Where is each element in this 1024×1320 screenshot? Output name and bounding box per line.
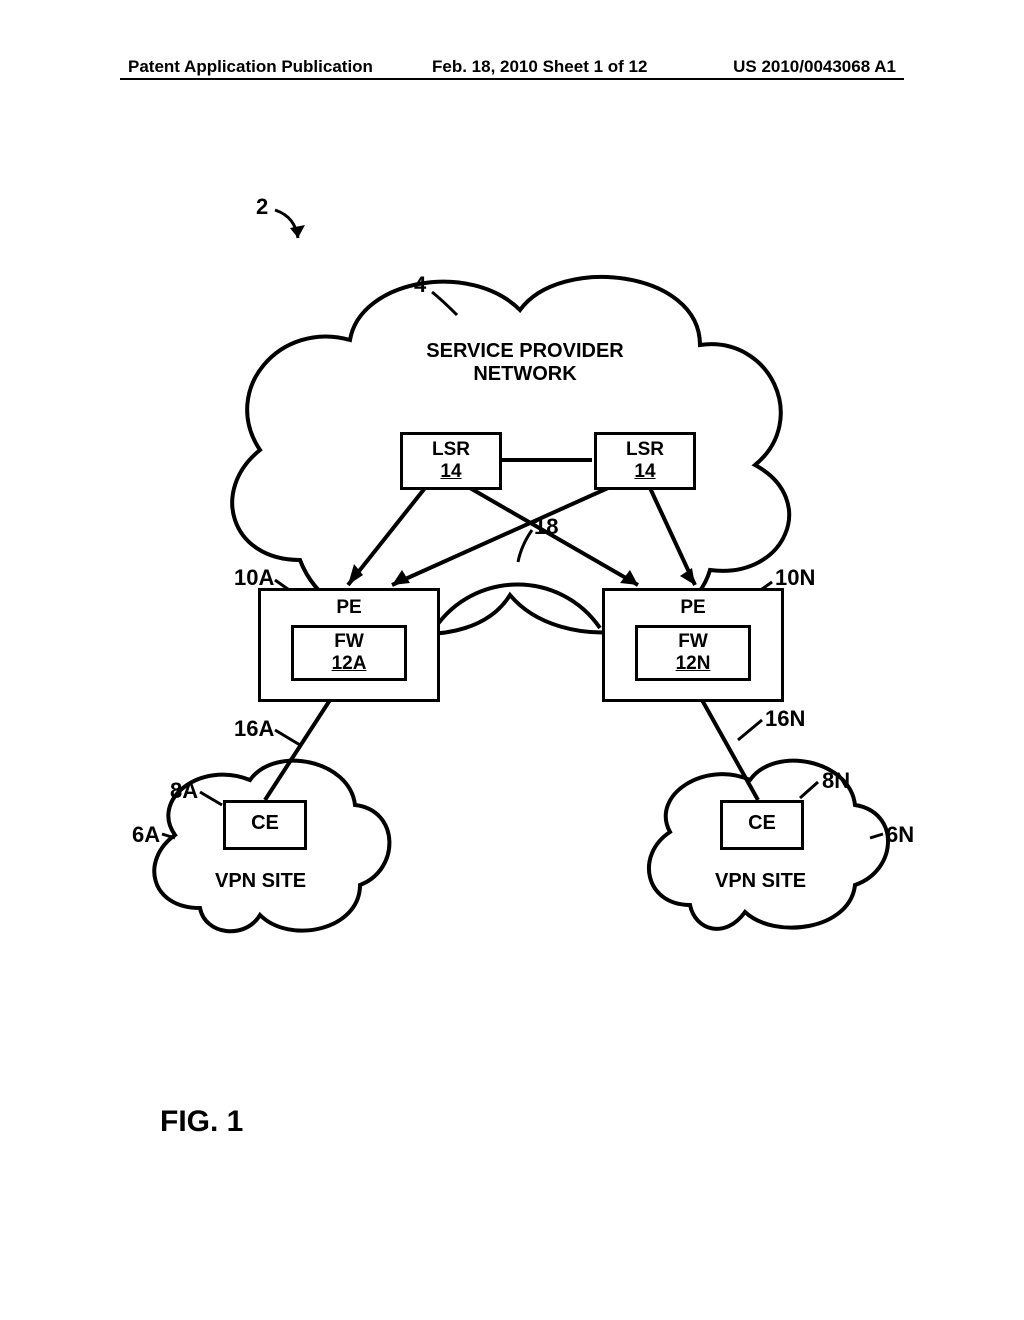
- fw-box-right: FW 12N: [635, 625, 751, 681]
- ref-2: 2: [256, 194, 268, 220]
- ref-6a: 6A: [132, 822, 160, 848]
- pe-right-label: PE: [605, 591, 781, 619]
- fw-left-ref: 12A: [294, 653, 404, 678]
- service-provider-network-label: SERVICE PROVIDER NETWORK: [400, 340, 650, 386]
- ref-8n: 8N: [822, 768, 850, 794]
- ref-10n: 10N: [775, 565, 815, 591]
- pe-box-right: PE FW 12N: [602, 588, 784, 702]
- pe-box-left: PE FW 12A: [258, 588, 440, 702]
- lsr-box-left: LSR 14: [400, 432, 502, 490]
- ref-18: 18: [534, 514, 558, 540]
- fw-left-label: FW: [294, 628, 404, 653]
- fw-box-left: FW 12A: [291, 625, 407, 681]
- fw-right-ref: 12N: [638, 653, 748, 678]
- vpn-site-right-label: VPN SITE: [715, 870, 806, 893]
- lsr-right-label: LSR: [597, 435, 693, 461]
- ce-box-left: CE: [223, 800, 307, 850]
- vpn-site-left-label: VPN SITE: [215, 870, 306, 893]
- ce-right-label: CE: [748, 812, 776, 834]
- lsr-left-label: LSR: [403, 435, 499, 461]
- cloud-service-provider: [232, 277, 789, 634]
- ce-left-label: CE: [251, 812, 279, 834]
- ref-8a: 8A: [170, 778, 198, 804]
- ref-10a: 10A: [234, 565, 274, 591]
- ref-4: 4: [414, 272, 426, 298]
- ce-box-right: CE: [720, 800, 804, 850]
- ref-16n: 16N: [765, 706, 805, 732]
- fw-right-label: FW: [638, 628, 748, 653]
- page: Patent Application Publication Feb. 18, …: [0, 0, 1024, 1320]
- figure-label: FIG. 1: [160, 1105, 243, 1139]
- ref-16a: 16A: [234, 716, 274, 742]
- pe-left-label: PE: [261, 591, 437, 619]
- lsr-box-right: LSR 14: [594, 432, 696, 490]
- ref-6n: 6N: [886, 822, 914, 848]
- lsr-left-ref: 14: [403, 461, 499, 483]
- lsr-right-ref: 14: [597, 461, 693, 483]
- diagram-svg: [0, 0, 1024, 1320]
